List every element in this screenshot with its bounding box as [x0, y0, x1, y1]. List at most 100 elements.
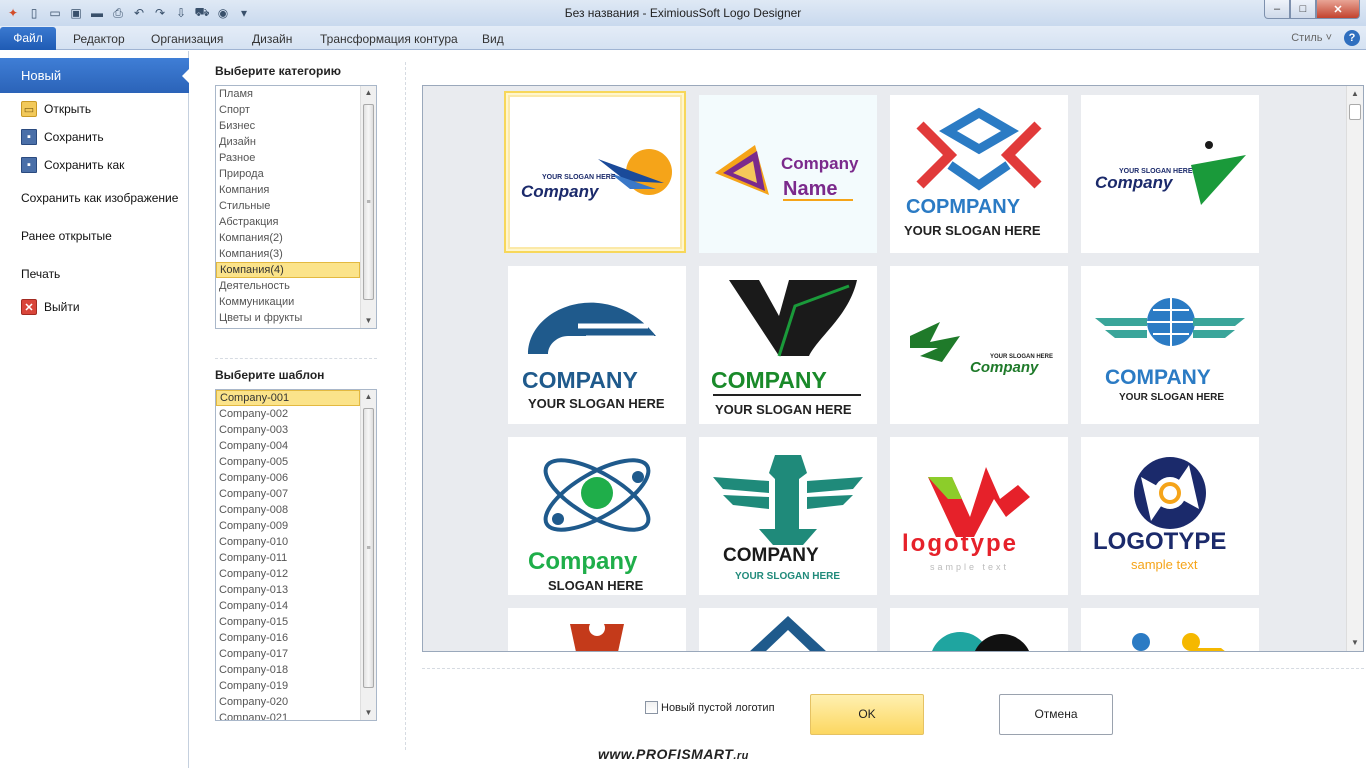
maximize-button[interactable]: □: [1290, 0, 1316, 19]
logo-name: COMPANY: [522, 367, 638, 393]
menu-save[interactable]: ▪ Сохранить: [21, 129, 104, 145]
menu-save-as[interactable]: ▪ Сохранить как: [21, 157, 124, 173]
logo-tile-008[interactable]: COMPANY YOUR SLOGAN HERE: [1081, 266, 1259, 424]
category-list-item[interactable]: Деятельность: [216, 278, 359, 294]
logo-name: Company: [521, 182, 600, 201]
template-list-item[interactable]: Company-006: [216, 470, 359, 486]
template-list-item[interactable]: Company-018: [216, 662, 359, 678]
logo-tile-001[interactable]: YOUR SLOGAN HERE Company: [504, 91, 686, 253]
template-list-item[interactable]: Company-007: [216, 486, 359, 502]
tab-view[interactable]: Вид: [482, 30, 504, 50]
tab-file[interactable]: Файл: [0, 27, 56, 50]
category-list-item[interactable]: Природа: [216, 166, 359, 182]
category-list-item[interactable]: Коммуникации: [216, 294, 359, 310]
template-list-item[interactable]: Company-017: [216, 646, 359, 662]
logo-tile-014[interactable]: [699, 608, 877, 651]
scroll-up-icon[interactable]: ▲: [361, 390, 376, 404]
category-list-item[interactable]: Стильные: [216, 198, 359, 214]
logo-gallery[interactable]: YOUR SLOGAN HERE Company Company Name CO…: [422, 85, 1364, 652]
scroll-thumb[interactable]: ≡: [363, 104, 374, 300]
scroll-down-icon[interactable]: ▼: [361, 706, 376, 720]
template-list-item[interactable]: Company-011: [216, 550, 359, 566]
template-list-item[interactable]: Company-009: [216, 518, 359, 534]
logo-tile-007[interactable]: YOUR SLOGAN HERE Company: [890, 266, 1068, 424]
category-list-item[interactable]: Компания: [216, 182, 359, 198]
template-list-item[interactable]: Company-002: [216, 406, 359, 422]
logo-tile-015[interactable]: [890, 608, 1068, 651]
template-list-item[interactable]: Company-012: [216, 566, 359, 582]
menu-exit[interactable]: ✕ Выйти: [21, 299, 80, 315]
logo-tile-002[interactable]: Company Name: [699, 95, 877, 253]
blank-logo-checkbox[interactable]: Новый пустой логотип: [645, 701, 775, 714]
logo-tile-010[interactable]: COMPANY YOUR SLOGAN HERE: [699, 437, 877, 595]
minimize-button[interactable]: –: [1264, 0, 1290, 19]
gallery-scrollbar[interactable]: ▲ ▼: [1346, 86, 1363, 651]
logo-name: COPMPANY: [906, 196, 1021, 218]
logo-tile-006[interactable]: COMPANY YOUR SLOGAN HERE: [699, 266, 877, 424]
template-list-item[interactable]: Company-010: [216, 534, 359, 550]
template-list-item[interactable]: Company-020: [216, 694, 359, 710]
template-list-item[interactable]: Company-013: [216, 582, 359, 598]
category-list-item[interactable]: Компания(2): [216, 230, 359, 246]
template-list-item[interactable]: Company-003: [216, 422, 359, 438]
logo-tile-012[interactable]: LOGOTYPE sample text: [1081, 437, 1259, 595]
category-list-item[interactable]: Компания(4): [216, 262, 360, 278]
category-list-item[interactable]: Дизайн: [216, 134, 359, 150]
template-list-item[interactable]: Company-015: [216, 614, 359, 630]
logo-name-line2: Name: [783, 178, 837, 200]
template-list-item[interactable]: Company-008: [216, 502, 359, 518]
ribbon-help-icon[interactable]: ?: [1344, 30, 1360, 46]
category-scrollbar[interactable]: ▲ ≡ ▼: [360, 86, 376, 328]
template-list-item[interactable]: Company-019: [216, 678, 359, 694]
window-controls: – □ ✕: [1264, 0, 1360, 19]
category-list-item[interactable]: Компания(3): [216, 246, 359, 262]
category-list-item[interactable]: Цветы и фрукты: [216, 310, 359, 326]
logo-tile-003[interactable]: COPMPANY YOUR SLOGAN HERE: [890, 95, 1068, 253]
logo-name: Company: [970, 359, 1039, 376]
logo-tile-004[interactable]: YOUR SLOGAN HERE Company: [1081, 95, 1259, 253]
tab-path-transform[interactable]: Трансформация контура: [320, 30, 458, 50]
scroll-thumb[interactable]: [1349, 104, 1361, 120]
menu-open[interactable]: ▭ Открыть: [21, 101, 91, 117]
scroll-down-icon[interactable]: ▼: [1347, 635, 1363, 651]
menu-recent[interactable]: Ранее открытые: [21, 229, 112, 243]
category-list[interactable]: Пламя Спорт Бизнес Дизайн Разное Природа Компа…: [215, 85, 377, 329]
logo-slogan: YOUR SLOGAN HERE: [735, 571, 840, 582]
scroll-thumb[interactable]: ≡: [363, 408, 374, 688]
logo-tile-013[interactable]: [508, 608, 686, 651]
category-list-item[interactable]: Пламя: [216, 86, 359, 102]
menu-print[interactable]: Печать: [21, 267, 60, 281]
style-dropdown[interactable]: Стиль ˅: [1291, 32, 1332, 44]
checkbox-box[interactable]: [645, 701, 658, 714]
menu-save-as-image[interactable]: Сохранить как изображение: [21, 191, 178, 205]
logo-tile-011[interactable]: logotype sample text: [890, 437, 1068, 595]
template-list[interactable]: Company-001 Company-002 Company-003 Company…: [215, 389, 377, 721]
logo-tile-016[interactable]: [1081, 608, 1259, 651]
category-list-item[interactable]: Абстракция: [216, 214, 359, 230]
save-as-icon: ▪: [21, 157, 37, 173]
template-list-item[interactable]: Company-014: [216, 598, 359, 614]
category-list-item[interactable]: Спорт: [216, 102, 359, 118]
template-scrollbar[interactable]: ▲ ≡ ▼: [360, 390, 376, 720]
scroll-up-icon[interactable]: ▲: [1347, 86, 1363, 102]
ok-button[interactable]: OK: [810, 694, 924, 735]
watermark-suffix: .ru: [733, 750, 749, 762]
category-list-item[interactable]: Бизнес: [216, 118, 359, 134]
template-list-item[interactable]: Company-016: [216, 630, 359, 646]
template-list-item[interactable]: Company-004: [216, 438, 359, 454]
close-button[interactable]: ✕: [1316, 0, 1360, 19]
tab-design[interactable]: Дизайн: [252, 30, 292, 50]
menu-new[interactable]: Новый: [0, 58, 190, 93]
logo-tile-009[interactable]: Company SLOGAN HERE: [508, 437, 686, 595]
template-list-item[interactable]: Company-005: [216, 454, 359, 470]
template-list-item[interactable]: Company-001: [216, 390, 360, 406]
tab-editor[interactable]: Редактор: [73, 30, 125, 50]
template-list-item[interactable]: Company-021: [216, 710, 359, 720]
category-list-item[interactable]: Разное: [216, 150, 359, 166]
scroll-down-icon[interactable]: ▼: [361, 314, 376, 328]
tab-arrange[interactable]: Организация: [151, 30, 223, 50]
cancel-button[interactable]: Отмена: [999, 694, 1113, 735]
app-window: ✦ ▯ ▭ ▣ ▬ ⎙ ↶ ↷ ⇩ ⛟ ◉ ▾ Без названия - E…: [0, 0, 1366, 768]
logo-tile-005[interactable]: COMPANY YOUR SLOGAN HERE: [508, 266, 686, 424]
scroll-up-icon[interactable]: ▲: [361, 86, 376, 100]
